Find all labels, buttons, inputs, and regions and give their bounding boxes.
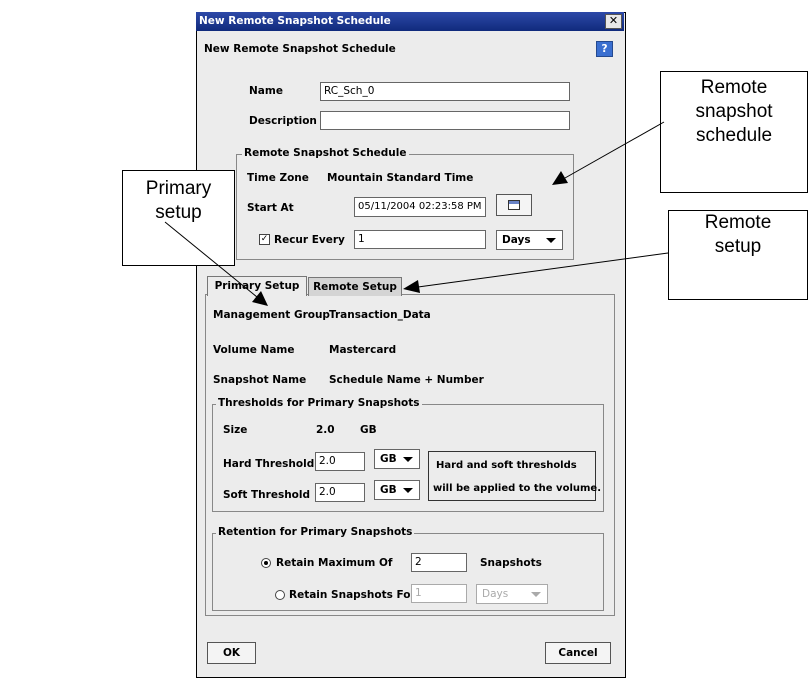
callout-arrows <box>164 121 669 306</box>
arrow-primary-head <box>252 291 268 306</box>
arrow-remote-head <box>403 280 420 293</box>
